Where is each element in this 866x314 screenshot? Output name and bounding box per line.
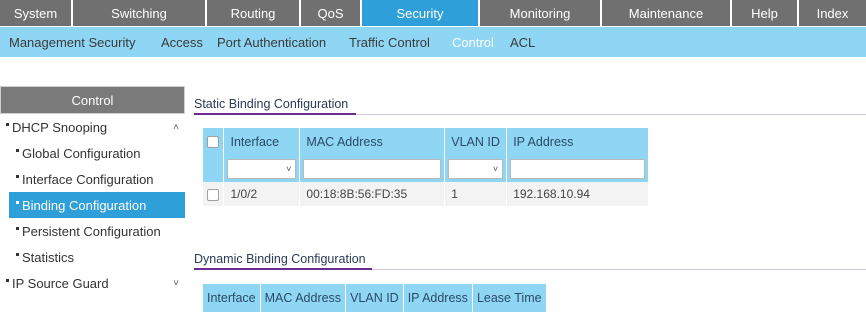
sidebar-item-ip-source-guard[interactable]: IP Source Guard ˅: [0, 270, 185, 296]
subnav-management-security[interactable]: Management Security: [9, 35, 161, 50]
sidebar-item-dhcp-snooping[interactable]: DHCP Snooping ˄: [0, 114, 185, 140]
sidebar-item-binding-configuration[interactable]: Binding Configuration: [9, 192, 185, 218]
bullet-icon: [6, 122, 9, 126]
row-checkbox[interactable]: [207, 188, 219, 201]
tab-system[interactable]: System: [0, 0, 73, 27]
sub-nav: Management Security Access Port Authenti…: [0, 27, 866, 57]
vlan-id-select[interactable]: ˅: [448, 158, 504, 179]
sidebar-item-label: Persistent Configuration: [22, 223, 161, 239]
subnav-access[interactable]: Access: [161, 35, 217, 50]
bullet-icon: [16, 148, 19, 152]
column-header-interface: Interface: [203, 284, 261, 312]
sidebar-item-label: IP Source Guard: [12, 275, 109, 291]
bullet-icon: [6, 278, 9, 282]
sidebar-header: Control: [0, 86, 185, 114]
subnav-acl[interactable]: ACL: [510, 35, 550, 50]
section-underline: [194, 268, 372, 270]
tab-switching[interactable]: Switching: [73, 0, 207, 27]
static-binding-title: Static Binding Configuration: [194, 97, 349, 111]
mac-filter-cell: [299, 155, 446, 182]
column-header-ip-address: IP Address: [506, 128, 649, 155]
sidebar-item-statistics[interactable]: Statistics: [0, 244, 185, 270]
cell-mac-address: 00:18:8B:56:FD:35: [299, 182, 446, 206]
sidebar-item-label: Binding Configuration: [22, 197, 147, 213]
ip-address-input[interactable]: [510, 158, 645, 179]
column-header-lease-time: Lease Time: [472, 284, 547, 312]
sidebar-item-interface-configuration[interactable]: Interface Configuration: [0, 166, 185, 192]
sidebar-item-global-configuration[interactable]: Global Configuration: [0, 140, 185, 166]
static-binding-table: Interface MAC Address VLAN ID IP Address…: [203, 128, 649, 206]
subnav-port-authentication[interactable]: Port Authentication: [217, 35, 349, 50]
chevron-down-icon[interactable]: ˅: [173, 278, 179, 289]
tab-security[interactable]: Security: [362, 0, 480, 27]
interface-filter-cell: ˅: [223, 155, 301, 182]
chevron-down-icon: ˅: [286, 163, 292, 174]
interface-select[interactable]: ˅: [227, 158, 297, 179]
column-header-interface: Interface: [223, 128, 301, 155]
filter-blank-cell: [203, 155, 225, 182]
cell-vlan-id: 1: [444, 182, 508, 206]
ip-filter-cell: [506, 155, 649, 182]
bullet-icon: [16, 174, 19, 178]
subnav-control[interactable]: Control: [452, 35, 510, 50]
bullet-icon: [16, 252, 19, 256]
mac-address-input[interactable]: [303, 158, 442, 179]
tab-maintenance[interactable]: Maintenance: [602, 0, 732, 27]
sidebar: Control DHCP Snooping ˄ Global Configura…: [0, 86, 185, 314]
tab-routing[interactable]: Routing: [207, 0, 301, 27]
row-select-cell: [203, 182, 225, 206]
chevron-down-icon: ˅: [492, 163, 499, 174]
section-underline: [194, 113, 356, 115]
select-all-checkbox[interactable]: [207, 136, 219, 149]
tab-monitoring[interactable]: Monitoring: [480, 0, 602, 27]
table-header-row: Interface MAC Address VLAN ID IP Address: [203, 128, 649, 155]
chevron-up-icon[interactable]: ˄: [173, 122, 179, 133]
column-header-ip-address: IP Address: [403, 284, 473, 312]
table-filter-row: ˅ ˅: [203, 155, 649, 182]
column-header-mac-address: MAC Address: [299, 128, 446, 155]
top-nav: System Switching Routing QoS Security Mo…: [0, 0, 866, 27]
subnav-traffic-control[interactable]: Traffic Control: [349, 35, 452, 50]
bullet-icon: [16, 200, 19, 204]
column-header-vlan-id: VLAN ID: [345, 284, 404, 312]
cell-interface: 1/0/2: [223, 182, 301, 206]
column-header-mac-address: MAC Address: [260, 284, 347, 312]
table-header-row: Interface MAC Address VLAN ID IP Address…: [203, 284, 547, 312]
cell-ip-address: 192.168.10.94: [506, 182, 649, 206]
sidebar-item-label: Global Configuration: [22, 145, 141, 161]
tab-index[interactable]: Index: [799, 0, 866, 27]
table-row[interactable]: 1/0/2 00:18:8B:56:FD:35 1 192.168.10.94: [203, 182, 649, 206]
sidebar-item-label: Statistics: [22, 249, 75, 265]
dynamic-binding-title: Dynamic Binding Configuration: [194, 252, 366, 266]
tab-qos[interactable]: QoS: [301, 0, 362, 27]
column-header-vlan-id: VLAN ID: [444, 128, 508, 155]
sidebar-item-label: DHCP Snooping: [12, 119, 108, 135]
select-all-cell: [203, 128, 225, 155]
sidebar-item-label: Interface Configuration: [22, 171, 154, 187]
vlan-filter-cell: ˅: [444, 155, 508, 182]
dynamic-binding-table: Interface MAC Address VLAN ID IP Address…: [203, 284, 547, 312]
bullet-icon: [16, 226, 19, 230]
tab-help[interactable]: Help: [732, 0, 799, 27]
sidebar-item-persistent-configuration[interactable]: Persistent Configuration: [0, 218, 185, 244]
